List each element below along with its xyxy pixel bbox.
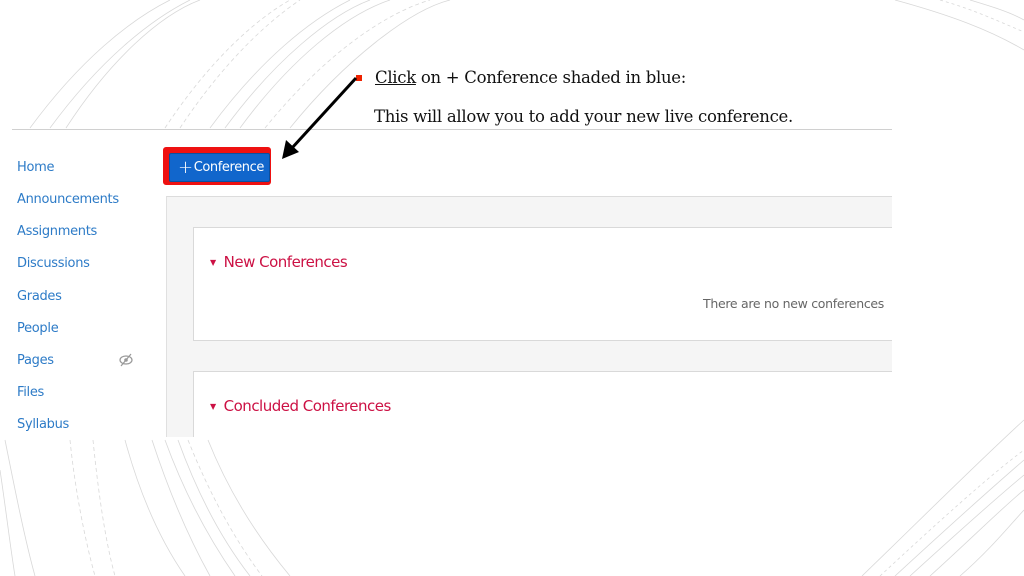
caret-down-icon: ▼: [210, 257, 216, 267]
empty-message: There are no new conferences: [702, 296, 884, 311]
sidebar-item-files[interactable]: Files: [17, 385, 44, 400]
annotation-click-word: Click: [375, 68, 416, 87]
conferences-content: ▼ New Conferences There are no new confe…: [166, 196, 892, 437]
sidebar-item-grades[interactable]: Grades: [17, 289, 62, 304]
annotation-instruction-rest: on + Conference shaded in blue:: [415, 68, 687, 87]
sidebar-item-discussions[interactable]: Discussions: [17, 256, 90, 271]
add-conference-label: Conference: [193, 160, 265, 175]
new-conferences-toggle[interactable]: ▼ New Conferences: [210, 253, 348, 271]
course-navigation: Home Announcements Assignments Discussio…: [12, 130, 166, 437]
annotation-bullet: [356, 75, 362, 81]
add-conference-button[interactable]: + Conference: [169, 153, 270, 182]
new-conferences-title: New Conferences: [223, 253, 348, 271]
new-conferences-section: ▼ New Conferences There are no new confe…: [193, 227, 892, 341]
canvas-conferences-screenshot: Home Announcements Assignments Discussio…: [12, 129, 892, 437]
annotation-detail: This will allow you to add your new live…: [374, 107, 793, 126]
sidebar-item-announcements[interactable]: Announcements: [17, 192, 119, 207]
annotation-instruction: Click on + Conference shaded in blue:: [375, 68, 686, 87]
sidebar-item-syllabus[interactable]: Syllabus: [17, 417, 69, 432]
sidebar-item-pages[interactable]: Pages: [17, 353, 54, 368]
plus-icon: +: [178, 156, 193, 178]
concluded-conferences-title: Concluded Conferences: [223, 397, 392, 415]
concluded-conferences-section: ▼ Concluded Conferences: [193, 371, 892, 437]
caret-down-icon: ▼: [210, 401, 216, 411]
eye-slash-icon: [119, 353, 133, 367]
sidebar-item-home[interactable]: Home: [17, 160, 55, 175]
sidebar-item-people[interactable]: People: [17, 321, 59, 336]
sidebar-item-assignments[interactable]: Assignments: [17, 224, 97, 239]
concluded-conferences-toggle[interactable]: ▼ Concluded Conferences: [210, 397, 391, 415]
